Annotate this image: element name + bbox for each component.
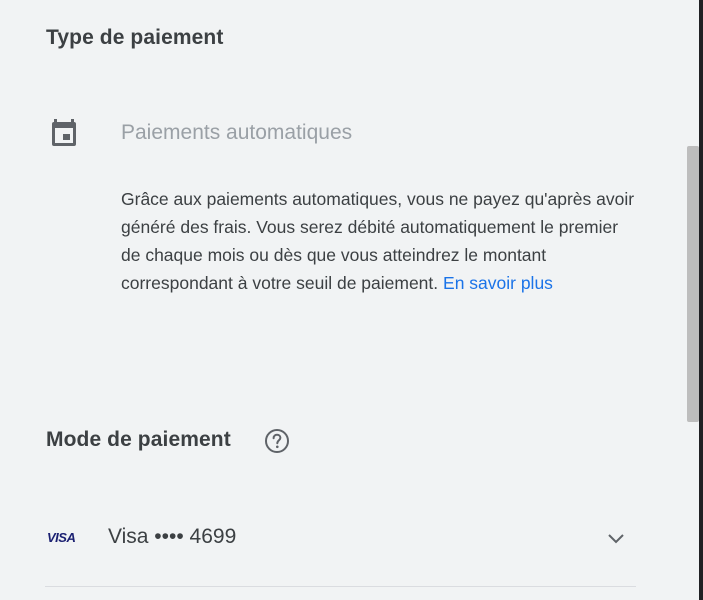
description-text: Grâce aux paiements automatiques, vous n… — [121, 189, 635, 293]
scrollbar-thumb[interactable] — [687, 146, 699, 422]
help-circle-icon[interactable] — [264, 428, 290, 454]
payment-type-description: Grâce aux paiements automatiques, vous n… — [121, 185, 641, 297]
window-border — [699, 0, 703, 600]
calendar-icon — [52, 119, 76, 146]
payment-method-title: Mode de paiement — [46, 428, 231, 451]
automatic-payments-option[interactable]: Paiements automatiques — [121, 121, 352, 145]
chevron-down-icon[interactable] — [603, 525, 629, 551]
learn-more-link[interactable]: En savoir plus — [443, 273, 553, 293]
card-label[interactable]: Visa •••• 4699 — [108, 525, 236, 549]
divider — [45, 586, 636, 587]
visa-logo: VISA — [47, 530, 76, 545]
payment-type-title: Type de paiement — [46, 26, 224, 49]
